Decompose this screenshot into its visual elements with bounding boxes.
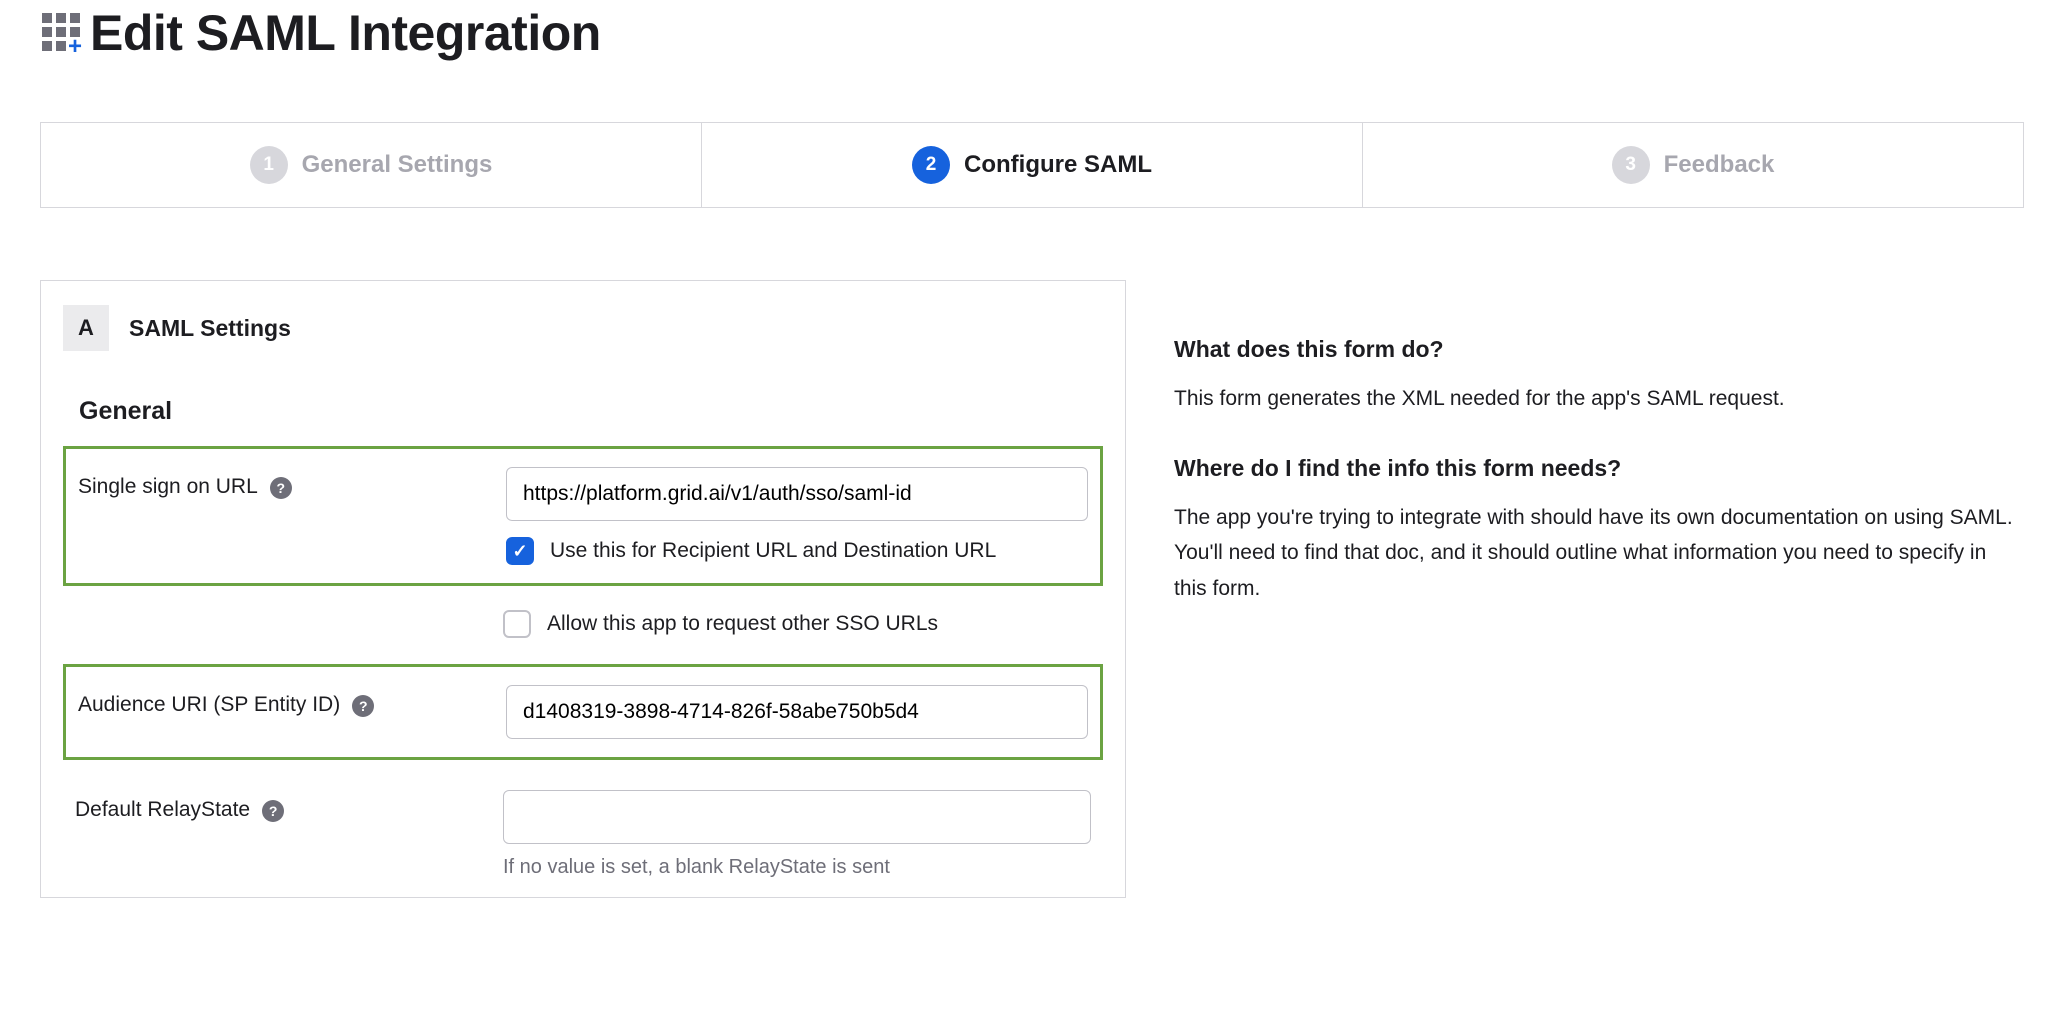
- relay-state-label: Default RelayState: [75, 798, 250, 822]
- subsection-title: General: [79, 397, 1103, 426]
- field-row-relay-state: Default RelayState ? If no value is set,…: [63, 772, 1103, 897]
- use-for-recipient-checkbox[interactable]: [506, 537, 534, 565]
- page-title: Edit SAML Integration: [90, 4, 601, 62]
- sso-url-label: Single sign on URL: [78, 475, 258, 499]
- audience-uri-label: Audience URI (SP Entity ID): [78, 693, 340, 717]
- wizard-step-configure-saml[interactable]: 2 Configure SAML: [702, 123, 1363, 207]
- section-title: SAML Settings: [129, 315, 291, 342]
- field-row-audience-uri: Audience URI (SP Entity ID) ?: [63, 664, 1103, 760]
- relay-state-helper: If no value is set, a blank RelayState i…: [503, 856, 1091, 879]
- sidebar-heading-1: What does this form do?: [1174, 336, 2024, 363]
- allow-other-sso-checkbox[interactable]: [503, 610, 531, 638]
- wizard-step-feedback[interactable]: 3 Feedback: [1363, 123, 2023, 207]
- relay-state-input[interactable]: [503, 790, 1091, 844]
- step-number: 2: [912, 146, 950, 184]
- sidebar-para-1: This form generates the XML needed for t…: [1174, 381, 2024, 417]
- app-grid-icon: +: [40, 11, 84, 55]
- field-row-sso-url: Single sign on URL ? Use this for Recipi…: [63, 446, 1103, 586]
- use-for-recipient-label: Use this for Recipient URL and Destinati…: [550, 539, 996, 563]
- wizard-steps: 1 General Settings 2 Configure SAML 3 Fe…: [40, 122, 2024, 208]
- step-label: Configure SAML: [964, 151, 1152, 179]
- sidebar-para-2: The app you're trying to integrate with …: [1174, 500, 2024, 607]
- saml-settings-panel: A SAML Settings General Single sign on U…: [40, 280, 1126, 898]
- sso-url-input[interactable]: [506, 467, 1088, 521]
- section-badge: A: [63, 305, 109, 351]
- step-label: Feedback: [1664, 151, 1775, 179]
- help-icon[interactable]: ?: [352, 695, 374, 717]
- allow-other-sso-label: Allow this app to request other SSO URLs: [547, 612, 938, 636]
- audience-uri-input[interactable]: [506, 685, 1088, 739]
- step-label: General Settings: [302, 151, 493, 179]
- step-number: 1: [250, 146, 288, 184]
- help-icon[interactable]: ?: [262, 800, 284, 822]
- help-icon[interactable]: ?: [270, 477, 292, 499]
- wizard-step-general-settings[interactable]: 1 General Settings: [41, 123, 702, 207]
- step-number: 3: [1612, 146, 1650, 184]
- sidebar-heading-2: Where do I find the info this form needs…: [1174, 455, 2024, 482]
- help-sidebar: What does this form do? This form genera…: [1174, 280, 2024, 645]
